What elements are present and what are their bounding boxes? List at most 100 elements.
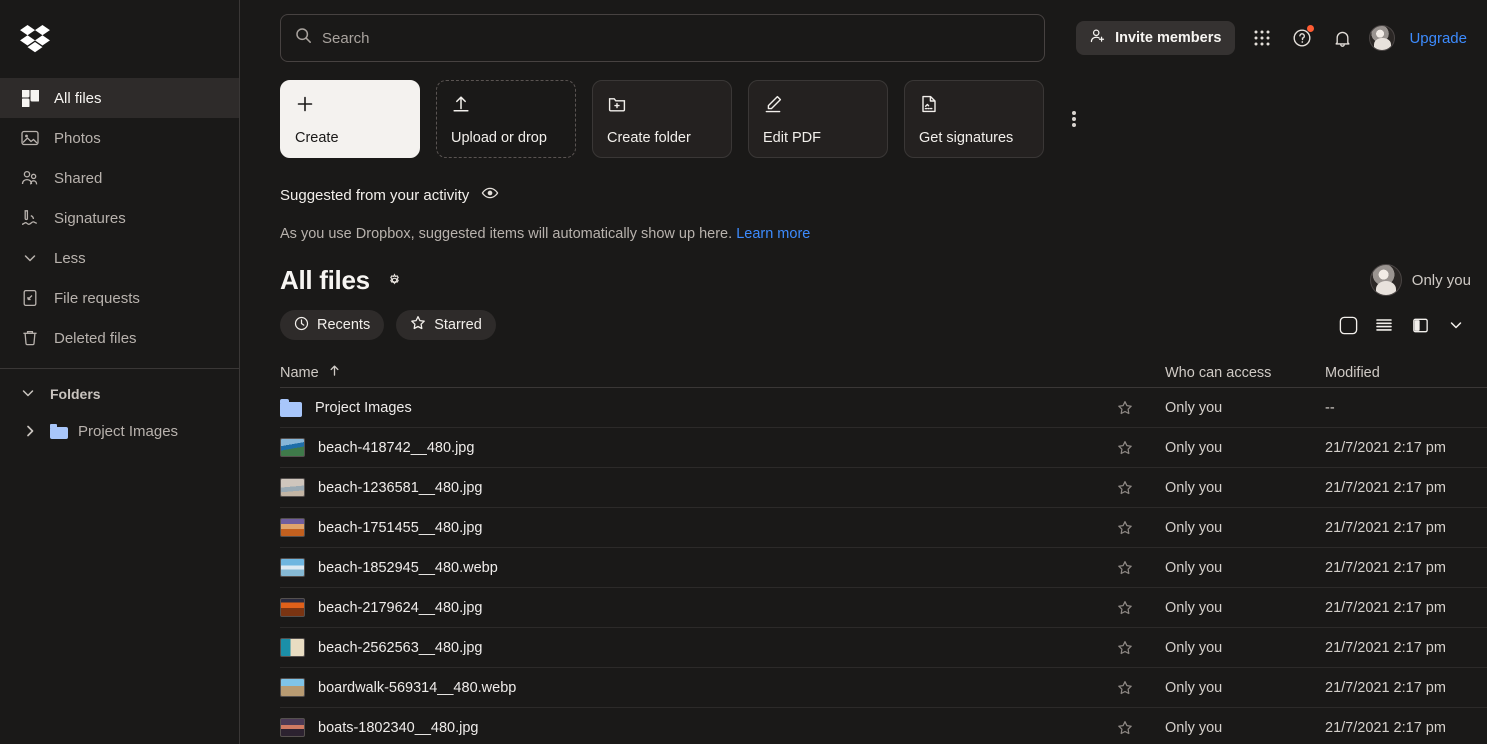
column-header-name-label: Name [280, 365, 319, 381]
table-row[interactable]: beach-1852945__480.webpOnly you21/7/2021… [280, 548, 1487, 588]
table-row[interactable]: beach-418742__480.jpgOnly you21/7/2021 2… [280, 428, 1487, 468]
sharing-status-label: Only you [1412, 272, 1471, 289]
file-thumbnail [280, 638, 305, 657]
star-icon [410, 315, 426, 335]
chevron-right-icon[interactable] [20, 421, 40, 441]
suggested-title: Suggested from your activity [280, 187, 469, 204]
cell-who-can-access: Only you [1165, 640, 1325, 656]
signatures-icon [20, 208, 40, 228]
star-outline-icon[interactable] [1117, 720, 1165, 736]
upload-or-drop-button[interactable]: Upload or drop [436, 80, 576, 158]
arrow-up-icon [328, 364, 341, 381]
learn-more-link[interactable]: Learn more [736, 226, 810, 242]
sidebar-item-file-requests[interactable]: File requests [0, 278, 239, 318]
apps-grid-icon[interactable] [1249, 25, 1275, 51]
gear-icon[interactable] [384, 269, 406, 291]
table-row[interactable]: beach-2179624__480.jpg Only you21/7/2021 … [280, 588, 1487, 628]
grid-view-icon[interactable] [1337, 314, 1359, 336]
star-outline-icon[interactable] [1117, 520, 1165, 536]
files-header: All files Only you [240, 242, 1487, 296]
sidebar-item-label: All files [54, 91, 102, 106]
suggested-header: Suggested from your activity [280, 184, 1487, 206]
star-outline-icon[interactable] [1117, 440, 1165, 456]
sidebar-item-label: Shared [54, 171, 102, 186]
sidebar-folders-section[interactable]: Folders [0, 377, 239, 411]
filter-chip-label: Starred [434, 317, 482, 333]
sidebar-item-signatures[interactable]: Signatures [0, 198, 239, 238]
table-body: Project ImagesOnly you--beach-418742__48… [280, 388, 1487, 744]
suggested-empty-state: As you use Dropbox, suggested items will… [280, 226, 1487, 242]
trash-icon [20, 328, 40, 348]
cell-modified: 21/7/2021 2:17 pm [1325, 680, 1487, 696]
upload-label: Upload or drop [451, 131, 561, 146]
cell-who-can-access: Only you [1165, 520, 1325, 536]
cell-who-can-access: Only you [1165, 600, 1325, 616]
help-notification-badge [1307, 25, 1314, 32]
star-outline-icon[interactable] [1117, 560, 1165, 576]
create-folder-button[interactable]: Create folder [592, 80, 732, 158]
table-row[interactable]: Project ImagesOnly you-- [280, 388, 1487, 428]
kebab-menu-icon[interactable] [1060, 80, 1088, 158]
sidebar-item-label: Signatures [54, 211, 126, 226]
filter-chip-recents[interactable]: Recents [280, 310, 384, 340]
search-icon [295, 27, 312, 49]
cell-modified: 21/7/2021 2:17 pm [1325, 600, 1487, 616]
all-files-icon [20, 88, 40, 108]
edit-pdf-button[interactable]: Edit PDF [748, 80, 888, 158]
search-input[interactable] [322, 30, 1030, 47]
cell-who-can-access: Only you [1165, 480, 1325, 496]
eye-icon[interactable] [481, 184, 499, 206]
star-outline-icon[interactable] [1117, 480, 1165, 496]
table-row[interactable]: beach-2562563__480.jpgOnly you21/7/2021 … [280, 628, 1487, 668]
file-name: beach-1236581__480.jpg [318, 480, 482, 496]
upgrade-link[interactable]: Upgrade [1409, 30, 1467, 47]
avatar[interactable] [1369, 25, 1395, 51]
table-row[interactable]: boardwalk-569314__480.webpOnly you21/7/2… [280, 668, 1487, 708]
star-outline-icon[interactable] [1117, 600, 1165, 616]
sidebar-item-less[interactable]: Less [0, 238, 239, 278]
list-view-icon[interactable] [1373, 314, 1395, 336]
column-header-name[interactable]: Name [280, 364, 1165, 381]
cell-name: Project Images [280, 399, 1117, 417]
cell-who-can-access: Only you [1165, 720, 1325, 736]
search-box[interactable] [280, 14, 1045, 62]
sidebar-item-all-files[interactable]: All files [0, 78, 239, 118]
sidebar-item-label: Photos [54, 131, 101, 146]
sidebar-item-shared[interactable]: Shared [0, 158, 239, 198]
cell-modified: 21/7/2021 2:17 pm [1325, 720, 1487, 736]
create-button[interactable]: Create [280, 80, 420, 158]
sidebar-item-deleted-files[interactable]: Deleted files [0, 318, 239, 358]
star-outline-icon[interactable] [1117, 640, 1165, 656]
help-circle-icon[interactable] [1289, 25, 1315, 51]
notification-bell-icon[interactable] [1329, 25, 1355, 51]
file-thumbnail [280, 478, 305, 497]
column-header-access[interactable]: Who can access [1165, 365, 1325, 381]
plus-icon [295, 93, 405, 115]
sidebar-item-label: Less [54, 251, 86, 266]
get-signatures-button[interactable]: Get signatures [904, 80, 1044, 158]
table-row[interactable]: boats-1802340__480.jpg Only you21/7/2021 … [280, 708, 1487, 744]
sidebar-item-photos[interactable]: Photos [0, 118, 239, 158]
split-pane-icon[interactable] [1409, 314, 1431, 336]
sidebar-folder-project-images[interactable]: Project Images [0, 411, 239, 451]
pencil-icon [763, 93, 873, 115]
cell-name: boats-1802340__480.jpg [280, 718, 1117, 737]
cell-name: beach-2179624__480.jpg [280, 598, 1117, 617]
cell-modified: 21/7/2021 2:17 pm [1325, 480, 1487, 496]
star-outline-icon[interactable] [1117, 400, 1165, 416]
dropbox-logo-wrap[interactable] [0, 0, 239, 78]
file-request-icon [20, 288, 40, 308]
column-header-modified[interactable]: Modified [1325, 365, 1487, 381]
sharing-status[interactable]: Only you [1370, 264, 1471, 296]
invite-members-button[interactable]: Invite members [1076, 21, 1235, 55]
table-row[interactable]: beach-1751455__480.jpgOnly you21/7/2021 … [280, 508, 1487, 548]
filter-chip-starred[interactable]: Starred [396, 310, 496, 340]
chevron-down-icon[interactable] [1445, 314, 1467, 336]
sidebar-divider [0, 368, 239, 369]
cell-name: beach-418742__480.jpg [280, 438, 1117, 457]
table-row[interactable]: beach-1236581__480.jpg Only you21/7/2021 … [280, 468, 1487, 508]
star-outline-icon[interactable] [1117, 680, 1165, 696]
suggested-empty-text: As you use Dropbox, suggested items will… [280, 226, 732, 242]
table-header: Name Who can access Modified [280, 358, 1487, 388]
file-name: beach-418742__480.jpg [318, 440, 474, 456]
